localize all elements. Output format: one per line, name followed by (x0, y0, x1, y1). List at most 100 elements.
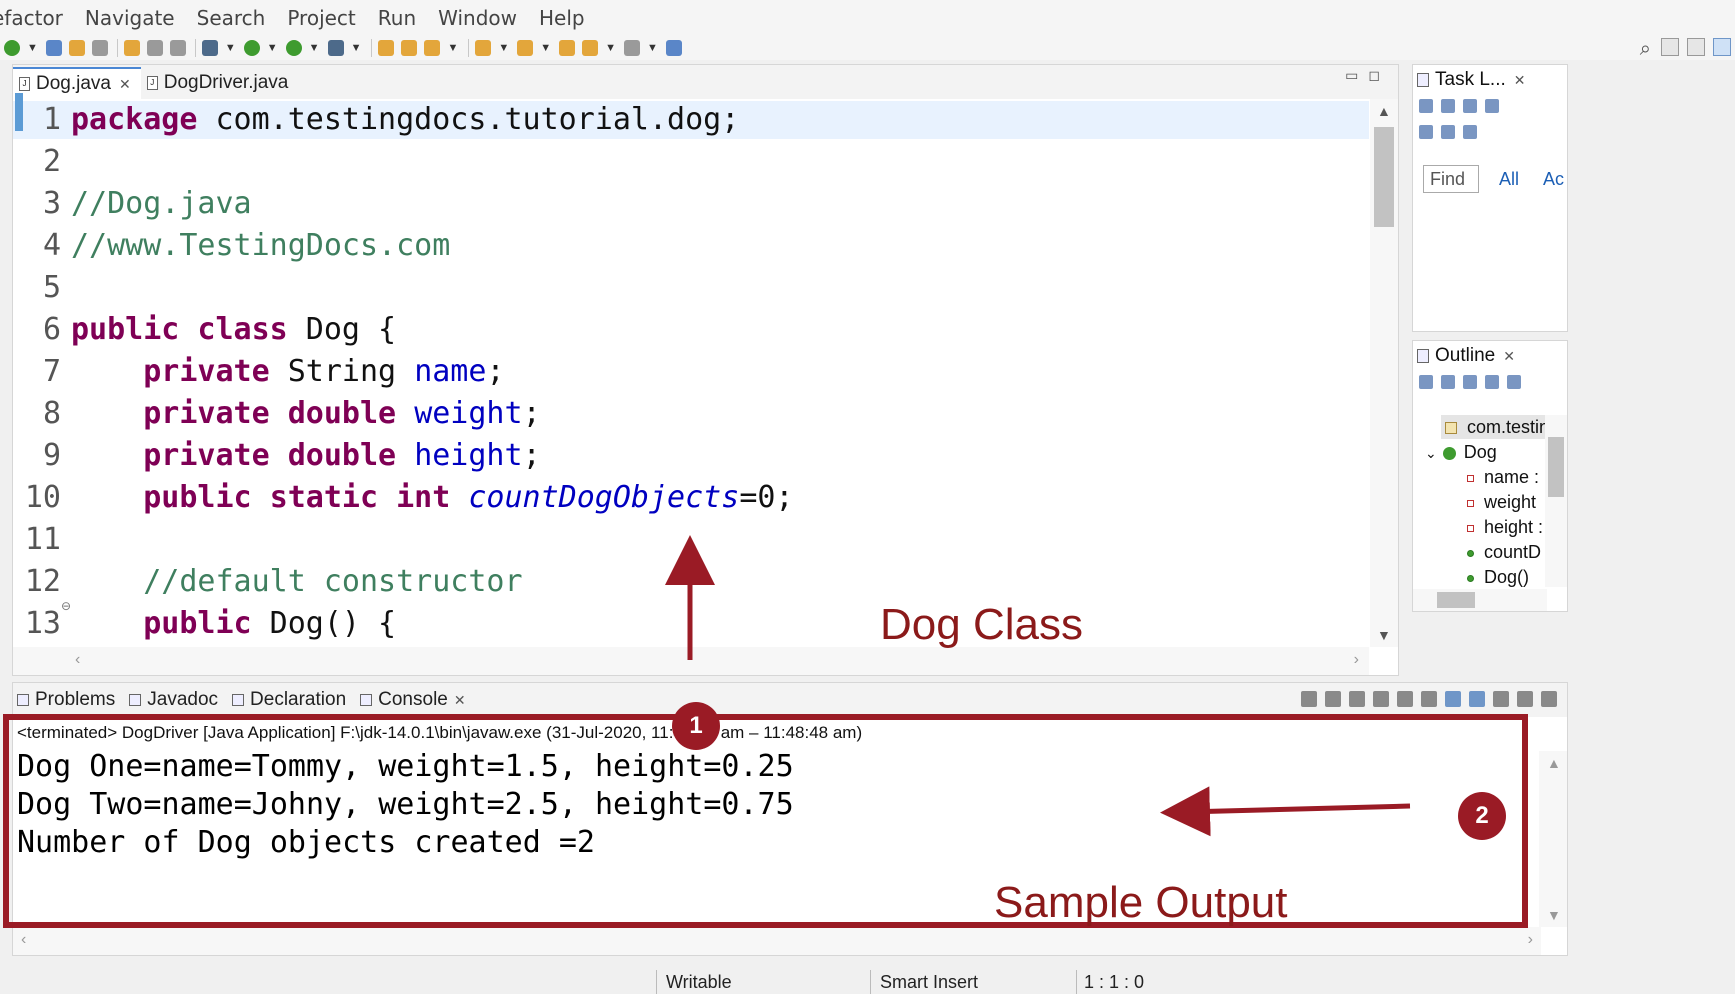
menu-run[interactable]: Run (378, 6, 416, 30)
edit-icon[interactable] (424, 40, 441, 56)
menu-search[interactable]: Search (197, 6, 266, 30)
hide-non-public-icon[interactable] (1507, 375, 1521, 389)
coverage-icon[interactable] (285, 40, 302, 56)
menu-help[interactable]: Help (539, 6, 585, 30)
code-line[interactable]: 1 package com.testingdocs.tutorial.dog; (13, 101, 1369, 139)
scroll-left-icon[interactable]: ‹ (21, 931, 26, 949)
show-whitespace-icon[interactable] (169, 40, 186, 56)
menu-navigate[interactable]: Navigate (85, 6, 175, 30)
chevron-down-icon[interactable]: ▼ (647, 42, 658, 54)
show-on-error-icon[interactable] (1469, 691, 1485, 707)
code-line[interactable]: 12 //default constructor (13, 563, 1369, 601)
remove-all-icon[interactable] (1349, 691, 1365, 707)
console-vertical-scrollbar[interactable]: ▲ ▼ (1539, 751, 1567, 927)
outline-member-count[interactable]: countD (1467, 542, 1541, 563)
show-on-output-icon[interactable] (1445, 691, 1461, 707)
menu-project[interactable]: Project (287, 6, 355, 30)
outline-member-name[interactable]: name : (1467, 467, 1539, 488)
activate-filter-link[interactable]: Ac (1543, 169, 1564, 190)
chevron-down-icon[interactable]: ▼ (605, 42, 616, 54)
open-folder-icon[interactable] (401, 40, 418, 56)
outline-member-height[interactable]: height : (1467, 517, 1543, 538)
debug-icon[interactable] (201, 40, 218, 56)
pin-console-icon[interactable] (1493, 691, 1509, 707)
chevron-down-icon[interactable]: ⌄ (1425, 445, 1437, 461)
chevron-down-icon[interactable]: ▼ (267, 42, 278, 54)
outline-package-node[interactable]: com.testin (1445, 417, 1549, 438)
outline-vertical-scrollbar[interactable] (1545, 415, 1567, 587)
scroll-lock-icon[interactable] (1397, 691, 1413, 707)
code-line[interactable]: 7 private String name; (13, 353, 1369, 391)
synchronize-icon[interactable] (1463, 125, 1477, 139)
last-edit-location-icon[interactable] (559, 40, 576, 56)
menu-refactor[interactable]: efactor (0, 6, 63, 30)
hide-completed-icon[interactable] (1419, 125, 1433, 139)
scroll-thumb[interactable] (1437, 592, 1475, 608)
chevron-down-icon[interactable]: ▼ (540, 42, 551, 54)
close-icon[interactable]: ✕ (1514, 72, 1526, 89)
scroll-down-icon[interactable]: ▼ (1377, 627, 1391, 643)
toggle-breadcrumb-icon[interactable] (91, 40, 108, 56)
outline-class-node[interactable]: ⌄ Dog (1425, 442, 1497, 463)
focus-icon[interactable] (1485, 99, 1499, 113)
open-console-icon[interactable] (1541, 691, 1557, 707)
remove-launch-icon[interactable] (1325, 691, 1341, 707)
code-line[interactable]: 3 //Dog.java (13, 185, 1369, 223)
block-selection-icon[interactable] (146, 40, 163, 56)
external-tools-icon[interactable] (327, 40, 344, 56)
chevron-down-icon[interactable]: ▼ (27, 42, 38, 54)
new-icon[interactable] (4, 40, 20, 56)
run-icon[interactable] (243, 40, 260, 56)
editor-horizontal-scrollbar[interactable]: ‹ › (13, 647, 1369, 675)
mark-occurrences-icon[interactable] (68, 40, 85, 56)
word-wrap-icon[interactable] (1421, 691, 1437, 707)
hide-fields-icon[interactable] (1463, 375, 1477, 389)
open-perspective-icon[interactable] (1661, 38, 1679, 56)
tab-declaration[interactable]: Declaration (228, 689, 346, 711)
chevron-down-icon[interactable]: ▼ (309, 42, 320, 54)
outline-horizontal-scrollbar[interactable] (1413, 589, 1547, 611)
close-icon[interactable]: ✕ (119, 76, 131, 93)
menu-window[interactable]: Window (438, 6, 517, 30)
sort-icon[interactable] (1441, 375, 1455, 389)
new-java-project-icon[interactable] (378, 40, 395, 56)
outline-member-weight[interactable]: weight (1467, 492, 1536, 513)
previous-annotation-icon[interactable] (517, 40, 534, 56)
code-line[interactable]: 8 private double weight; (13, 395, 1369, 433)
chevron-down-icon[interactable]: ▼ (498, 42, 509, 54)
display-console-icon[interactable] (1517, 691, 1533, 707)
editor-vertical-scrollbar[interactable]: ▲ ▼ (1370, 99, 1398, 647)
tab-outline[interactable]: Outline ✕ (1417, 345, 1515, 367)
new-task-icon[interactable] (1419, 99, 1433, 113)
chevron-down-icon[interactable]: ▼ (351, 42, 362, 54)
code-line[interactable]: 2 (13, 143, 1369, 181)
tab-javadoc[interactable]: Javadoc (125, 689, 218, 711)
scroll-right-icon[interactable]: › (1528, 931, 1533, 949)
code-line[interactable]: 5 (13, 269, 1369, 307)
clear-console-icon[interactable] (1373, 691, 1389, 707)
categorized-icon[interactable] (1441, 99, 1455, 113)
terminate-icon[interactable] (1301, 691, 1317, 707)
all-filter-link[interactable]: All (1499, 169, 1519, 190)
scheduled-icon[interactable] (1463, 99, 1477, 113)
editor-minimize-maximize[interactable]: ▭◻ (1345, 67, 1390, 84)
tab-problems[interactable]: Problems (13, 689, 115, 711)
code-line[interactable]: 4 //www.TestingDocs.com (13, 227, 1369, 265)
tab-dogdriver-java[interactable]: J DogDriver.java (141, 67, 299, 99)
chevron-down-icon[interactable]: ▼ (447, 42, 458, 54)
hide-static-icon[interactable] (1485, 375, 1499, 389)
tab-task-list[interactable]: Task L... ✕ (1417, 69, 1525, 91)
close-icon[interactable]: ✕ (454, 692, 466, 709)
scroll-up-icon[interactable]: ▲ (1377, 103, 1391, 119)
collapse-all-icon[interactable] (1419, 375, 1433, 389)
scroll-up-icon[interactable]: ▲ (1547, 755, 1561, 771)
code-editor[interactable]: 1 package com.testingdocs.tutorial.dog; 2 3… (13, 99, 1369, 647)
scroll-thumb[interactable] (1374, 127, 1394, 227)
scroll-thumb[interactable] (1548, 437, 1564, 497)
tab-dog-java[interactable]: J Dog.java ✕ (13, 67, 141, 99)
open-type-icon[interactable] (123, 40, 140, 56)
next-annotation-icon[interactable] (475, 40, 492, 56)
scroll-right-icon[interactable]: › (1354, 651, 1359, 669)
fold-icon[interactable]: ⊖ (61, 599, 71, 613)
code-line[interactable]: 13 public Dog() { (13, 605, 1369, 643)
